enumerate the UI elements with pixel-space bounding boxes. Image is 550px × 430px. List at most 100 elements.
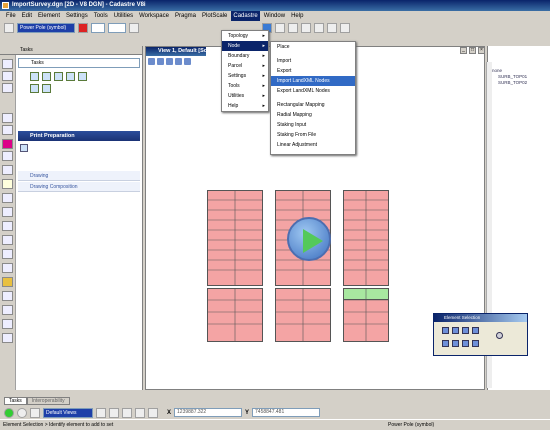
menu-element[interactable]: Element bbox=[36, 11, 62, 21]
modify-icon[interactable] bbox=[2, 249, 13, 259]
fit-view-icon[interactable] bbox=[166, 57, 173, 65]
print-preparation-header[interactable]: Print Preparation bbox=[18, 131, 140, 141]
tree-item[interactable]: SURB_TOP01 bbox=[498, 74, 527, 79]
menu-workspace[interactable]: Workspace bbox=[137, 11, 171, 21]
reference-icon[interactable] bbox=[301, 23, 311, 33]
select-icon[interactable] bbox=[442, 327, 449, 334]
menu-item-linear-adjustment[interactable]: Linear Adjustment bbox=[271, 140, 355, 150]
play-icon[interactable] bbox=[4, 407, 14, 418]
globe-icon[interactable] bbox=[129, 23, 139, 33]
drop-icon[interactable] bbox=[2, 333, 13, 343]
menu-item-export-landxml[interactable]: Export LandXML Nodes bbox=[271, 86, 355, 96]
view-4-icon[interactable] bbox=[135, 407, 145, 418]
task-tool-icon[interactable] bbox=[78, 72, 87, 81]
zoom-in-icon[interactable] bbox=[148, 57, 155, 65]
fill-icon[interactable] bbox=[2, 139, 13, 149]
place-line-icon[interactable] bbox=[2, 113, 13, 123]
maximize-icon[interactable]: □ bbox=[469, 47, 476, 54]
tree-item[interactable]: SURB_TOP02 bbox=[498, 80, 527, 85]
menu-plotscale[interactable]: PlotScale bbox=[200, 11, 229, 21]
menu-item-export[interactable]: Export bbox=[271, 66, 355, 76]
menu-item-tools[interactable]: Tools ▸ bbox=[222, 81, 268, 91]
text-icon[interactable] bbox=[2, 165, 13, 175]
block-select-icon[interactable] bbox=[452, 327, 459, 334]
new-icon[interactable] bbox=[442, 340, 449, 347]
menu-edit[interactable]: Edit bbox=[20, 11, 34, 21]
pan-icon[interactable] bbox=[175, 57, 182, 65]
cell-icon[interactable] bbox=[2, 179, 13, 189]
help-icon[interactable] bbox=[340, 23, 350, 33]
views-combo[interactable]: Default Views bbox=[43, 407, 93, 418]
task-tool-icon[interactable] bbox=[30, 72, 39, 81]
copy-icon[interactable] bbox=[2, 207, 13, 217]
close-icon[interactable]: × bbox=[478, 47, 485, 54]
task-tool-icon[interactable] bbox=[42, 72, 51, 81]
task-row-drawing[interactable]: Drawing bbox=[18, 171, 140, 181]
x-coordinate-field[interactable]: 1239887.322 bbox=[174, 408, 243, 417]
print-icon[interactable] bbox=[20, 144, 28, 152]
menu-cadastre[interactable]: Cadastre bbox=[231, 11, 260, 21]
snap-icon[interactable] bbox=[275, 23, 285, 33]
menu-utilities[interactable]: Utilities bbox=[112, 11, 135, 21]
menu-item-staking-from-file[interactable]: Staking From File bbox=[271, 130, 355, 140]
element-attributes-icon[interactable] bbox=[4, 23, 14, 33]
color-swatch-icon[interactable] bbox=[78, 23, 88, 33]
circle-icon[interactable] bbox=[2, 151, 13, 161]
menu-item-import-landxml[interactable]: Import LandXML Nodes bbox=[271, 76, 355, 86]
delete-icon[interactable] bbox=[2, 83, 13, 93]
menu-settings[interactable]: Settings bbox=[64, 11, 90, 21]
view-2-icon[interactable] bbox=[109, 407, 119, 418]
menu-item-place[interactable]: Place bbox=[271, 42, 355, 52]
view-1-icon[interactable] bbox=[96, 407, 106, 418]
menu-pragma[interactable]: Pragma bbox=[173, 11, 198, 21]
menu-item-settings[interactable]: Settings ▸ bbox=[222, 71, 268, 81]
menu-item-staking-input[interactable]: Staking Input bbox=[271, 120, 355, 130]
menu-item-radial-mapping[interactable]: Radial Mapping bbox=[271, 110, 355, 120]
style-combo[interactable] bbox=[108, 23, 126, 33]
add-icon[interactable] bbox=[452, 340, 459, 347]
line-select-icon[interactable] bbox=[472, 327, 479, 334]
raster-icon[interactable] bbox=[314, 23, 324, 33]
tab-interoperability[interactable]: Interoperability bbox=[26, 397, 70, 405]
menu-item-help[interactable]: Help ▸ bbox=[222, 101, 268, 111]
weight-combo[interactable] bbox=[91, 23, 105, 33]
task-tool-icon[interactable] bbox=[54, 72, 63, 81]
view-3-icon[interactable] bbox=[122, 407, 132, 418]
y-coordinate-field[interactable]: 7458847.481 bbox=[252, 408, 321, 417]
minimize-icon[interactable]: _ bbox=[460, 47, 467, 54]
task-tool-icon[interactable] bbox=[42, 84, 51, 93]
subtract-icon[interactable] bbox=[462, 340, 469, 347]
point-icon[interactable] bbox=[2, 319, 13, 329]
trim-icon[interactable] bbox=[2, 263, 13, 273]
tab-tasks[interactable]: Tasks bbox=[4, 397, 27, 405]
tasks-dropdown[interactable]: Tasks bbox=[18, 58, 140, 68]
settings-icon[interactable] bbox=[30, 407, 40, 418]
rotate-icon[interactable] bbox=[2, 235, 13, 245]
record-icon[interactable] bbox=[17, 407, 27, 418]
menu-item-utilities[interactable]: Utilities ▸ bbox=[222, 91, 268, 101]
lock-icon[interactable] bbox=[2, 277, 13, 287]
dimension-icon[interactable] bbox=[2, 193, 13, 203]
move-icon[interactable] bbox=[2, 221, 13, 231]
play-icon[interactable] bbox=[287, 217, 331, 261]
menu-item-node[interactable]: Node ▸ bbox=[222, 41, 268, 51]
invert-icon[interactable] bbox=[472, 340, 479, 347]
menu-file[interactable]: File bbox=[4, 11, 18, 21]
level-combo[interactable]: Power Pole (symbol) bbox=[17, 23, 75, 33]
task-tool-icon[interactable] bbox=[66, 72, 75, 81]
view-5-icon[interactable] bbox=[148, 407, 158, 418]
measure-distance-icon[interactable] bbox=[2, 305, 13, 315]
menu-help[interactable]: Help bbox=[289, 11, 305, 21]
group-icon[interactable] bbox=[2, 291, 13, 301]
task-tool-icon[interactable] bbox=[30, 84, 39, 93]
zoom-out-icon[interactable] bbox=[157, 57, 164, 65]
shape-select-icon[interactable] bbox=[462, 327, 469, 334]
clear-icon[interactable] bbox=[496, 332, 503, 339]
menu-item-rectangular-mapping[interactable]: Rectangular Mapping bbox=[271, 100, 355, 110]
place-shape-icon[interactable] bbox=[2, 125, 13, 135]
render-icon[interactable] bbox=[327, 23, 337, 33]
menu-item-topology[interactable]: Topology ▸ bbox=[222, 31, 268, 41]
select-element-icon[interactable] bbox=[2, 59, 13, 69]
tree-item[interactable]: none bbox=[492, 68, 502, 73]
menu-tools[interactable]: Tools bbox=[92, 11, 110, 21]
